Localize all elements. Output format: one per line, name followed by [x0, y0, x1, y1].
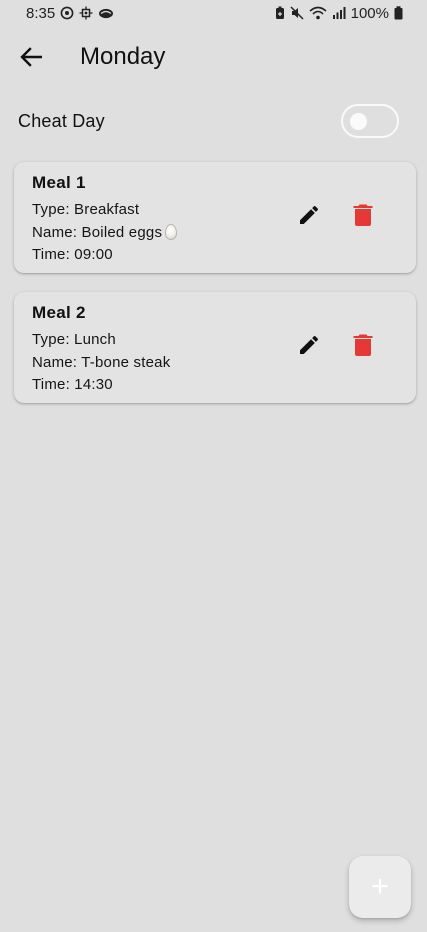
pencil-icon [297, 203, 321, 232]
delete-meal-button[interactable] [348, 202, 378, 232]
status-bar: 8:35 100% [0, 0, 427, 26]
battery-percent: 100% [350, 4, 389, 22]
meal-info: Meal 2 Type: Lunch Name: T-bone steak Ti… [32, 303, 170, 397]
chat-notification-icon [60, 6, 74, 20]
meal-time: Time: 14:30 [32, 376, 113, 393]
status-left: 8:35 [26, 5, 114, 22]
meal-info: Meal 1 Type: Breakfast Name: Boiled eggs… [32, 173, 178, 267]
trash-icon [353, 333, 373, 362]
meal-title: Meal 2 [32, 303, 86, 322]
egg-emoji-icon [165, 223, 178, 240]
page-title: Monday [80, 43, 166, 70]
meal-card: Meal 2 Type: Lunch Name: T-bone steak Ti… [14, 292, 416, 403]
battery-icon [394, 6, 403, 20]
trash-icon [353, 203, 373, 232]
meal-name: Name: Boiled eggs [32, 223, 163, 241]
meal-time: Time: 09:00 [32, 246, 113, 263]
meal-name-row: Name: Boiled eggs [32, 222, 178, 245]
app-bar: Monday [0, 30, 427, 86]
cheat-day-row: Cheat Day [18, 102, 399, 140]
edit-meal-button[interactable] [294, 202, 324, 232]
battery-saver-icon [275, 6, 285, 20]
meal-name: Name: T-bone steak [32, 353, 171, 371]
toggle-knob [350, 113, 367, 130]
arrow-back-icon [20, 46, 43, 72]
add-meal-button[interactable]: + [349, 856, 411, 918]
status-right: 100% [275, 5, 403, 22]
meal-type: Type: Breakfast [32, 201, 140, 218]
status-time: 8:35 [26, 4, 56, 22]
cloud-icon [98, 7, 114, 19]
plus-icon: + [371, 870, 389, 903]
back-button[interactable] [14, 42, 48, 76]
cheat-day-toggle[interactable] [341, 104, 399, 138]
signal-icon [332, 6, 346, 20]
pencil-icon [297, 333, 321, 362]
meal-title: Meal 1 [32, 173, 86, 192]
cheat-day-label: Cheat Day [18, 110, 105, 131]
meal-card: Meal 1 Type: Breakfast Name: Boiled eggs… [14, 162, 416, 273]
wifi-icon [309, 6, 327, 20]
settings-gear-icon [79, 6, 93, 20]
edit-meal-button[interactable] [294, 332, 324, 362]
delete-meal-button[interactable] [348, 332, 378, 362]
mute-icon [290, 6, 304, 20]
meal-type: Type: Lunch [32, 331, 116, 348]
